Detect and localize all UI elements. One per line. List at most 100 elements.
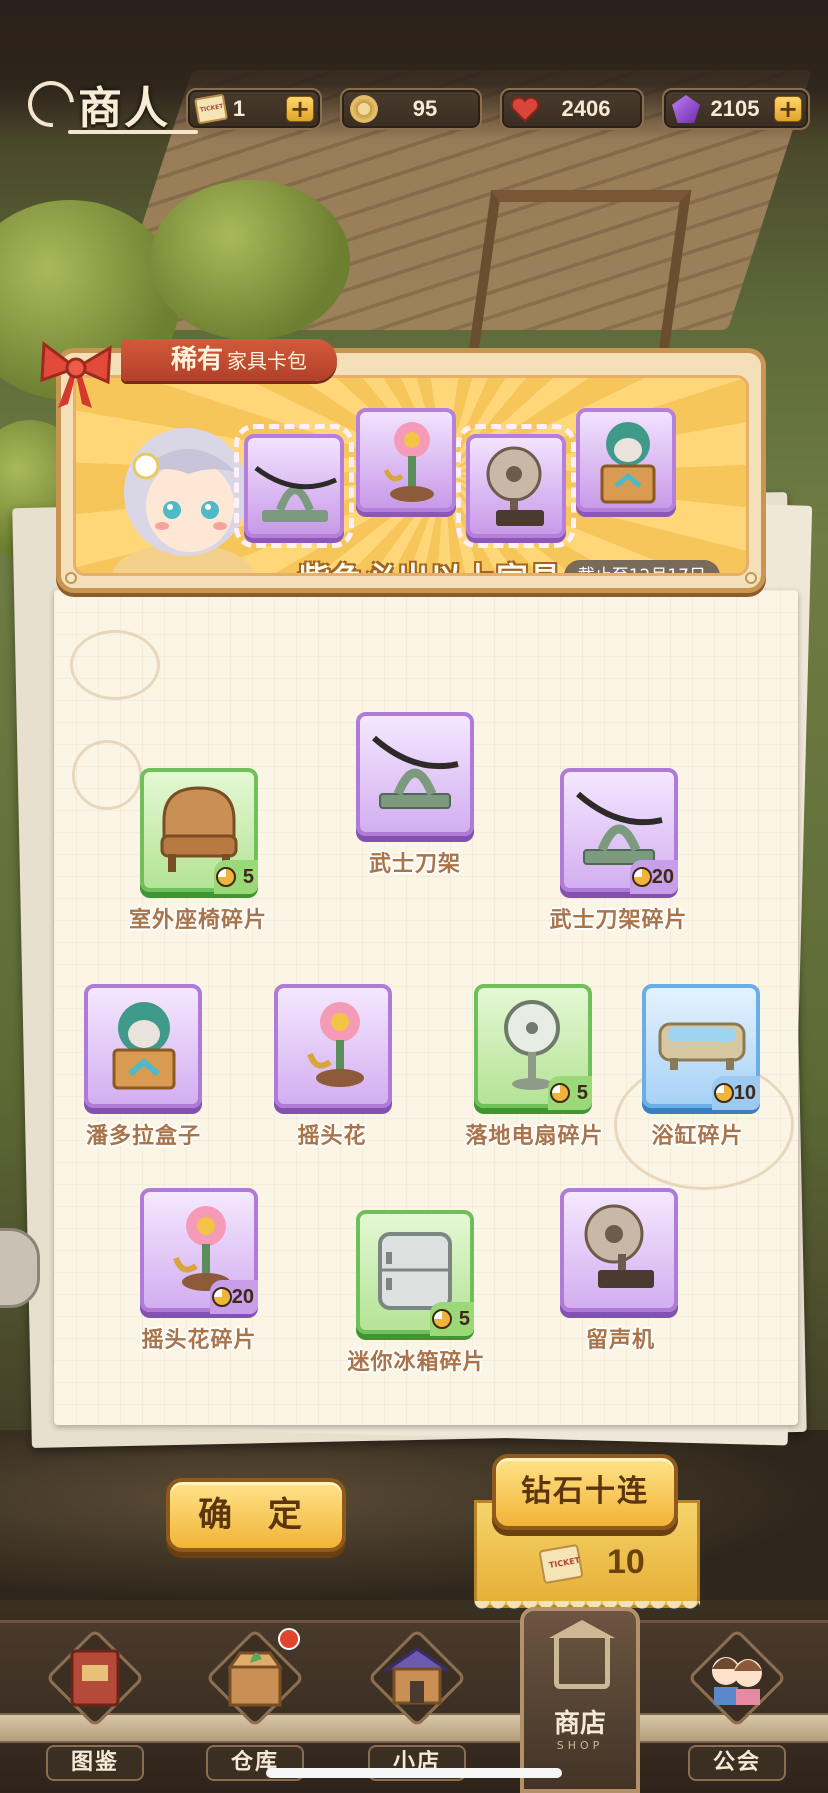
shard-count-value: 20 [651, 866, 674, 888]
shard-pie-icon [432, 1309, 452, 1329]
rivet [745, 572, 757, 584]
book-icon [70, 1649, 120, 1707]
sword-rack-icon [372, 735, 459, 809]
shard-count-value: 5 [242, 866, 254, 888]
heart-counter: 2406 [500, 88, 644, 130]
shard-count: 20 [629, 860, 678, 894]
sword-rack-icon [254, 466, 338, 522]
result-item-pandora-box[interactable] [84, 984, 202, 1108]
result-label: 浴缸碎片 [651, 1124, 744, 1149]
top-bar: 商人 1 + 95 2406 2105 + [0, 0, 828, 140]
shaking-flower-icon [383, 422, 434, 502]
confirm-button[interactable]: 确 定 [166, 1478, 346, 1552]
nav-label: 图鉴 [46, 1745, 144, 1781]
result-label: 留声机 [585, 1328, 655, 1353]
nav-item-collection[interactable]: 图鉴 [30, 1627, 160, 1787]
shard-count-value: 20 [231, 1286, 254, 1308]
featured-sword-rack [234, 424, 354, 548]
result-label: 落地电扇碎片 [465, 1124, 604, 1149]
ticket-counter: 1 + [186, 88, 322, 130]
result-item-shaking-flower-shards[interactable]: 20 [140, 1188, 258, 1314]
result-item-bathtub-shards[interactable]: 10 [642, 984, 760, 1110]
notification-dot [278, 1628, 300, 1650]
gramophone-icon [584, 1204, 654, 1288]
result-item-sword-rack[interactable] [356, 712, 474, 836]
result-item-shaking-flower[interactable] [274, 984, 392, 1108]
nav-item-shop-active[interactable]: 商店 SHOP [520, 1607, 640, 1793]
shard-count: 20 [209, 1280, 258, 1314]
nav-label: 公会 [688, 1745, 786, 1781]
add-ticket-button[interactable]: + [286, 96, 314, 122]
shaking-flower-icon [307, 1002, 364, 1087]
result-label: 摇头花碎片 [141, 1328, 257, 1353]
shard-count-value: 5 [576, 1082, 588, 1104]
pandora-box-icon [112, 1002, 176, 1090]
ground-shadow [0, 1430, 828, 1600]
result-label: 武士刀架碎片 [549, 908, 688, 933]
rarity-tag: 稀有 家具卡包 [121, 339, 338, 381]
banner-sunburst: 紫色必出以上家具 截止至12月17日 [73, 375, 749, 576]
ten-draw-cost: 10 [607, 1543, 645, 1581]
result-item-gramophone[interactable] [560, 1188, 678, 1312]
gramophone-icon [486, 446, 544, 526]
featured-shaking-flower [356, 408, 456, 512]
featured-gramophone [456, 424, 576, 548]
result-label: 武士刀架 [368, 852, 461, 877]
shard-count: 5 [430, 1302, 474, 1336]
banner-deadline: 截止至12月17日 [563, 560, 720, 573]
pandora-box-icon [600, 422, 656, 504]
rarity-tag-rarity: 稀有 [171, 345, 224, 375]
couple-avatar-icon [712, 1657, 762, 1705]
nav-item-warehouse[interactable]: 仓库 [190, 1627, 320, 1787]
tree-bush [150, 180, 350, 340]
heart-value: 2406 [561, 96, 611, 121]
cat-doodle [70, 630, 160, 700]
girl-character-icon [113, 428, 253, 573]
box-icon [227, 1651, 283, 1707]
result-item-mini-fridge-shards[interactable]: 5 [356, 1210, 474, 1336]
nav-label-active: 商店 [553, 1709, 606, 1739]
result-item-outdoor-chair-shards[interactable]: 5 [140, 768, 258, 894]
nav-item-guild[interactable]: 公会 [672, 1627, 802, 1787]
shard-pie-icon [713, 1083, 734, 1103]
side-drawer-tab[interactable] [0, 1228, 40, 1308]
red-bow-icon [40, 341, 112, 408]
shard-count-value: 5 [458, 1308, 470, 1330]
gem-counter: 2105 + [662, 88, 810, 130]
smile-doodle [72, 740, 142, 810]
banner-headline: 紫色必出以上家具 [298, 554, 562, 573]
store-icon [383, 1647, 451, 1705]
shard-count: 5 [548, 1076, 592, 1110]
result-item-sword-rack-shards[interactable]: 20 [560, 768, 678, 894]
swirl-ornament-icon [18, 71, 84, 137]
shard-pie-icon [631, 867, 652, 887]
wooden-swing [468, 190, 692, 350]
ticket-icon [538, 1543, 584, 1585]
shard-count: 5 [214, 860, 258, 894]
result-label: 潘多拉盒子 [85, 1124, 201, 1149]
result-label: 室外座椅碎片 [128, 908, 267, 933]
page-title-text: 商人 [78, 83, 170, 134]
card-pack-banner: 紫色必出以上家具 截止至12月17日 稀有家具卡包 [56, 339, 766, 593]
title-underline [68, 130, 198, 134]
result-label: 摇头花 [297, 1124, 367, 1149]
page-title: 商人 [18, 71, 198, 137]
shard-pie-icon [550, 1083, 570, 1103]
nav-sub-label: SHOP [556, 1739, 604, 1752]
result-item-floor-fan-shards[interactable]: 5 [474, 984, 592, 1110]
shop-house-icon [549, 1620, 615, 1689]
nav-item-small-shop[interactable]: 小店 [352, 1627, 482, 1787]
ten-draw-button[interactable]: 钻石十连 [492, 1454, 678, 1530]
home-indicator[interactable] [266, 1768, 562, 1778]
rarity-tag-label: 家具卡包 [227, 349, 308, 373]
shard-count-value: 10 [733, 1082, 756, 1104]
shard-count: 10 [711, 1076, 760, 1110]
featured-pandora-box [576, 408, 676, 512]
coin-counter: 95 [340, 88, 482, 130]
shard-pie-icon [211, 1287, 232, 1307]
add-gem-button[interactable]: + [774, 96, 802, 122]
rivet [65, 572, 77, 584]
coin-value: 95 [412, 96, 438, 121]
shard-pie-icon [216, 867, 236, 887]
result-label: 迷你冰箱碎片 [347, 1350, 486, 1375]
